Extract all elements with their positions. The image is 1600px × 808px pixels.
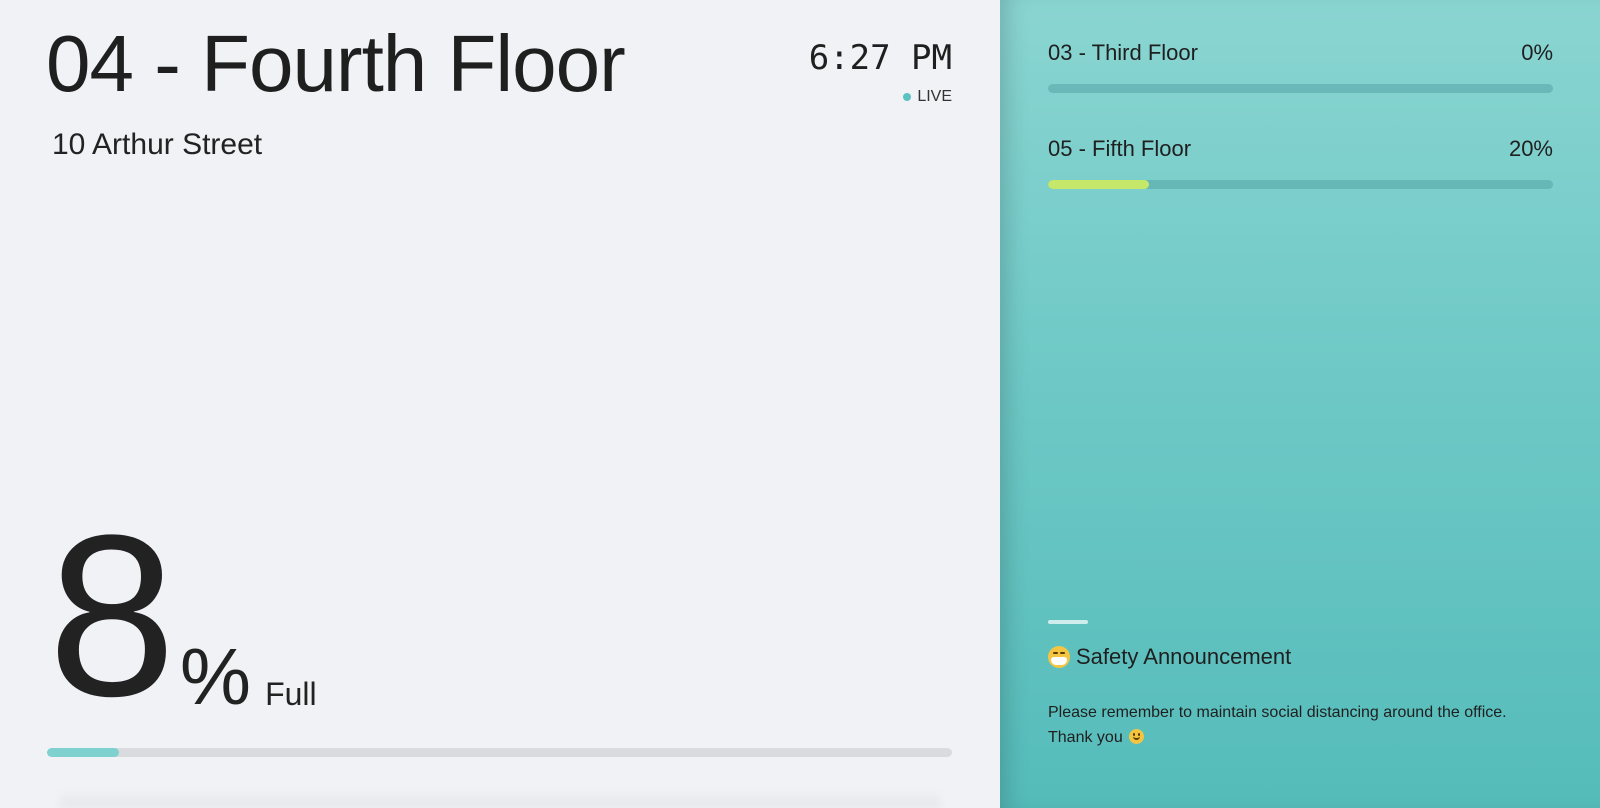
announcement-line-2: Thank you: [1048, 725, 1553, 750]
floor-item-fifth: 05 - Fifth Floor 20%: [1048, 136, 1553, 189]
other-floors-panel: 03 - Third Floor 0% 05 - Fifth Floor 20%…: [1000, 0, 1600, 808]
floor-item-name: 05 - Fifth Floor: [1048, 136, 1192, 161]
occupancy-progress-fill: [47, 748, 120, 757]
floor-item-percent: 20%: [1508, 136, 1553, 161]
floor-item-third: 03 - Third Floor 0%: [1048, 40, 1553, 93]
building-address: 10 Arthur Street: [52, 128, 263, 161]
live-label: LIVE: [917, 88, 952, 105]
occupancy-value: 8: [48, 487, 176, 744]
announcement-body: Please remember to maintain social dista…: [1048, 700, 1553, 750]
floor-title: 04 - Fourth Floor: [46, 19, 626, 108]
face-with-medical-mask-icon: [1048, 646, 1070, 668]
announcement-divider: [1048, 620, 1088, 624]
floor-item-progress-fill: [1048, 180, 1149, 189]
occupancy-readout: 8 % Full: [48, 487, 317, 744]
floor-item-progress-bar: [1048, 84, 1553, 93]
announcement-title: Safety Announcement: [1048, 644, 1291, 670]
occupancy-progress-bar: [47, 748, 952, 757]
floor-item-progress-bar: [1048, 180, 1553, 189]
current-floor-panel: 04 - Fourth Floor 10 Arthur Street 6:27 …: [0, 0, 1000, 808]
announcement-title-text: Safety Announcement: [1076, 644, 1292, 669]
clock: 6:27 PM: [808, 38, 952, 78]
smiling-face-icon: [1129, 729, 1145, 744]
live-dot-icon: [903, 93, 912, 101]
panel-shadow: [60, 790, 940, 808]
occupancy-unit: %: [179, 632, 252, 721]
announcement-thanks: Thank you: [1048, 729, 1123, 746]
floor-occupancy-screen: 04 - Fourth Floor 10 Arthur Street 6:27 …: [0, 0, 1600, 808]
announcement-line-1: Please remember to maintain social dista…: [1048, 704, 1507, 721]
live-indicator: LIVE: [903, 88, 952, 106]
floor-item-name: 03 - Third Floor: [1048, 40, 1198, 65]
floor-item-percent: 0%: [1521, 40, 1553, 65]
occupancy-label: Full: [265, 676, 317, 712]
